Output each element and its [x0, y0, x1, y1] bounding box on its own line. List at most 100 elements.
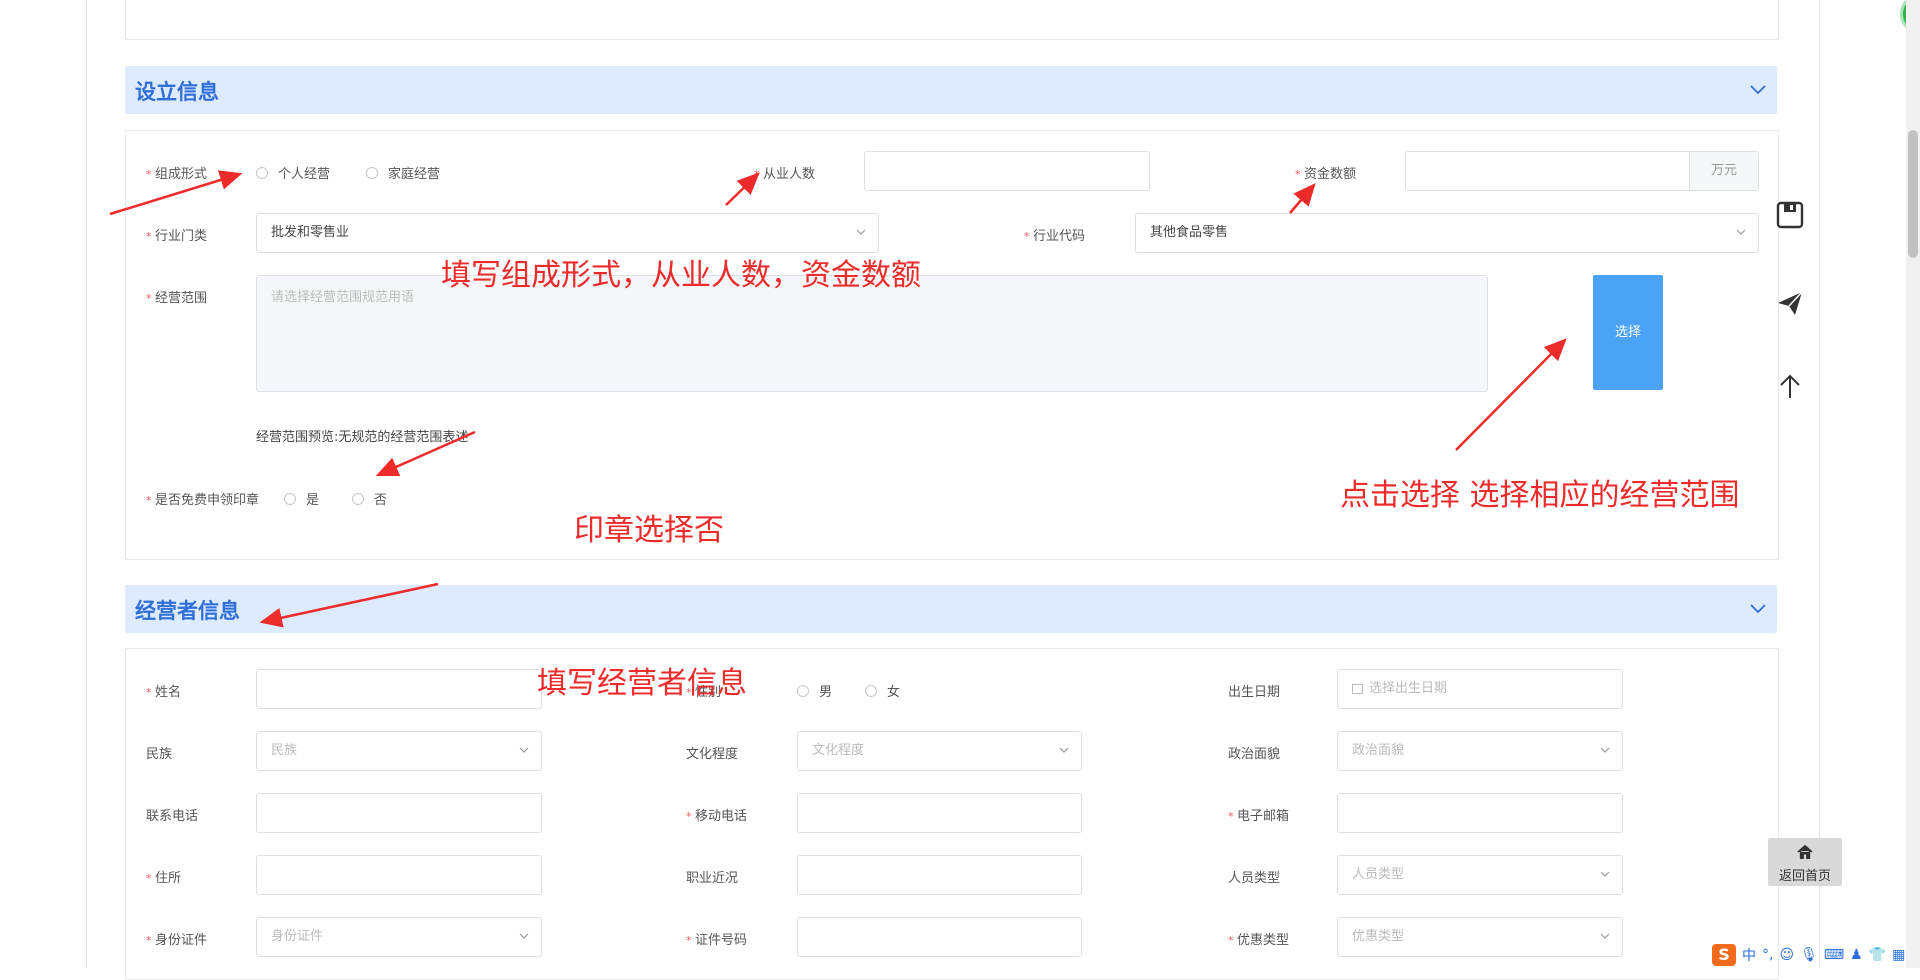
chevron-down-icon [1600, 871, 1610, 877]
ime-lang[interactable]: 中 [1742, 945, 1756, 965]
radio-circle-icon [865, 684, 877, 697]
radio-family[interactable]: 家庭经营 [366, 163, 440, 182]
industry-select[interactable]: 批发和零售业 [256, 213, 879, 253]
chevron-down-icon[interactable] [1749, 80, 1767, 98]
email-input[interactable] [1337, 793, 1623, 833]
chevron-down-icon[interactable] [1749, 599, 1767, 617]
keyboard-icon[interactable]: ⌨ [1824, 947, 1844, 963]
discount-label: 优惠类型 [1228, 929, 1289, 948]
back-home-label: 返回首页 [1778, 869, 1831, 884]
ime-toolbar[interactable]: S 中 °, ☺ 🎙 ⌨ ♟ 👕 ▦ [1712, 942, 1905, 968]
scrollbar-thumb[interactable] [1908, 130, 1918, 258]
skin-icon[interactable]: 👕 [1869, 947, 1886, 963]
annotation-click-select: 点击选择 选择相应的经营范围 [1340, 478, 1740, 513]
section-title: 经营者信息 [135, 599, 240, 623]
radio-label: 男 [819, 685, 833, 700]
id-type-label: 身份证件 [146, 929, 207, 948]
birth-date-picker[interactable]: 选择出生日期 [1337, 669, 1623, 709]
person-type-placeholder: 人员类型 [1352, 867, 1405, 882]
education-label: 文化程度 [686, 747, 739, 762]
arrow-up-icon[interactable] [1775, 372, 1805, 402]
ethnicity-select[interactable]: 民族 [256, 731, 542, 771]
chevron-down-icon [519, 747, 529, 753]
employees-label: 从业人数 [754, 163, 815, 182]
phone-input[interactable] [256, 793, 542, 833]
address-label: 住所 [146, 867, 181, 886]
email-label: 电子邮箱 [1228, 805, 1289, 824]
save-icon[interactable] [1775, 200, 1805, 230]
radio-circle-icon [284, 492, 296, 505]
radio-individual[interactable]: 个人经营 [256, 163, 330, 182]
industry-value: 批发和零售业 [271, 225, 350, 240]
user-icon[interactable]: ♟ [1850, 947, 1863, 963]
occupation-input[interactable] [797, 855, 1082, 895]
capital-label: 资金数额 [1295, 163, 1356, 182]
id-no-input[interactable] [797, 917, 1082, 957]
capital-unit: 万元 [1689, 152, 1758, 190]
sogou-logo-icon: S [1712, 944, 1736, 966]
free-seal-label: 是否免费申领印章 [146, 489, 259, 508]
chevron-down-icon [1736, 229, 1746, 235]
discount-select[interactable]: 优惠类型 [1337, 917, 1623, 957]
radio-female[interactable]: 女 [865, 681, 900, 700]
scrollbar[interactable] [1906, 0, 1920, 968]
emoji-icon[interactable]: ☺ [1779, 947, 1794, 963]
person-type-label: 人员类型 [1228, 871, 1281, 886]
operator-section-header[interactable]: 经营者信息 [125, 585, 1777, 633]
chevron-down-icon [1600, 933, 1610, 939]
calendar-icon [1352, 683, 1363, 694]
ethnicity-placeholder: 民族 [271, 743, 298, 758]
education-select[interactable]: 文化程度 [797, 731, 1082, 771]
radio-label: 个人经营 [278, 167, 331, 182]
capital-input[interactable]: 万元 [1405, 151, 1759, 191]
radio-circle-icon [797, 684, 809, 697]
radio-circle-icon [366, 166, 378, 179]
radio-label: 女 [887, 685, 901, 700]
industry-code-label: 行业代码 [1024, 225, 1085, 244]
org-form-label: 组成形式 [146, 163, 207, 182]
id-type-select[interactable]: 身份证件 [256, 917, 542, 957]
radio-circle-icon [352, 492, 364, 505]
employees-input[interactable] [864, 151, 1150, 191]
button-label: 选择 [1614, 325, 1641, 340]
section-title: 设立信息 [135, 80, 219, 104]
ime-punct[interactable]: °, [1762, 947, 1773, 963]
industry-code-value: 其他食品零售 [1150, 225, 1229, 240]
home-icon [1797, 844, 1813, 859]
mic-icon[interactable]: 🎙 [1800, 947, 1818, 963]
scope-select-button[interactable]: 选择 [1593, 275, 1663, 390]
name-input[interactable] [256, 669, 542, 709]
industry-code-select[interactable]: 其他食品零售 [1135, 213, 1759, 253]
id-type-placeholder: 身份证件 [271, 929, 324, 944]
setup-section-header[interactable]: 设立信息 [125, 66, 1777, 114]
industry-label: 行业门类 [146, 225, 207, 244]
political-select[interactable]: 政治面貌 [1337, 731, 1623, 771]
radio-male[interactable]: 男 [797, 681, 832, 700]
address-input[interactable] [256, 855, 542, 895]
radio-label: 是 [306, 493, 320, 508]
radio-label: 否 [374, 493, 388, 508]
annotation-fill-form: 填写组成形式，从业人数，资金数额 [441, 258, 921, 293]
radio-seal-no[interactable]: 否 [352, 489, 387, 508]
mobile-input[interactable] [797, 793, 1082, 833]
send-icon[interactable] [1775, 288, 1805, 318]
phone-label: 联系电话 [146, 809, 199, 824]
annotation-seal-no: 印章选择否 [574, 513, 724, 548]
ethnicity-label: 民族 [146, 747, 173, 762]
mobile-label: 移动电话 [686, 805, 747, 824]
back-home-button[interactable]: 返回首页 [1768, 838, 1842, 886]
political-label: 政治面貌 [1228, 747, 1281, 762]
chevron-down-icon [856, 229, 866, 235]
birth-placeholder: 选择出生日期 [1369, 681, 1448, 696]
annotation-operator-info: 填写经营者信息 [537, 666, 747, 701]
scope-label: 经营范围 [146, 287, 207, 306]
scope-preview: 经营范围预览:无规范的经营范围表述 [256, 430, 469, 445]
education-placeholder: 文化程度 [812, 743, 865, 758]
radio-circle-icon [256, 166, 268, 179]
discount-placeholder: 优惠类型 [1352, 929, 1405, 944]
person-type-select[interactable]: 人员类型 [1337, 855, 1623, 895]
id-no-label: 证件号码 [686, 929, 747, 948]
apps-icon[interactable]: ▦ [1892, 947, 1905, 963]
radio-seal-yes[interactable]: 是 [284, 489, 319, 508]
name-label: 姓名 [146, 681, 181, 700]
